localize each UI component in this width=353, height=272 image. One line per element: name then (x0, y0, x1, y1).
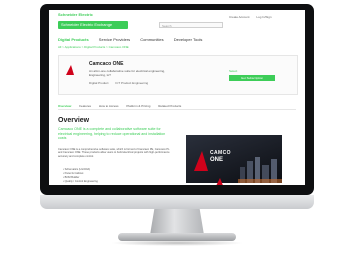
tab-how-to-access[interactable]: How to Access (99, 104, 119, 108)
top-links: Create Account Log In/Sign (229, 15, 278, 19)
product-name: Camcaco ONE (89, 61, 124, 67)
subscribe-button[interactable]: Get Subscription (229, 75, 275, 81)
browser-screen: Schneider Electric Schneider Electric Ex… (49, 10, 305, 185)
banner-subtitle: ONE (210, 157, 224, 163)
product-tags: Digital Product ICT Product Engineering (89, 81, 154, 85)
main-nav: Digital Products Service Providers Commu… (58, 37, 211, 42)
product-tag: Digital Product (89, 81, 109, 85)
tab-features[interactable]: Features (79, 104, 91, 108)
product-tag: ICT Product Engineering (115, 81, 149, 85)
tab-overview[interactable]: Overview (58, 104, 71, 108)
monitor-chin (40, 195, 314, 209)
overview-title: Overview (58, 117, 90, 124)
overview-body: Camcaco ONE is a comprehensive software … (58, 148, 170, 158)
skyline-graphic (238, 157, 282, 183)
tab-divider (58, 109, 296, 110)
product-card: Camcaco ONE An all-in-one collaborative … (58, 55, 298, 95)
nav-developer-tools[interactable]: Developer Tools (174, 37, 203, 42)
logo-thumbnail-icon[interactable] (215, 178, 229, 185)
tab-related-products[interactable]: Related Products (158, 104, 181, 108)
list-item: Quality / Control Engineering (63, 180, 98, 184)
product-logo-icon (66, 65, 74, 75)
tab-platform-pricing[interactable]: Platform & Pricing (126, 104, 150, 108)
subscribe-label: Select (229, 69, 238, 73)
site-header: Schneider Electric Schneider Electric Ex… (49, 10, 305, 32)
monitor-stand-neck (150, 209, 204, 235)
product-banner-image[interactable]: CAMCO ONE (186, 135, 282, 183)
nav-digital-products[interactable]: Digital Products (58, 37, 89, 42)
banner-title: CAMCO (210, 150, 231, 156)
product-tabs: Overview Features How to Access Platform… (58, 104, 188, 108)
exchange-pill[interactable]: Schneider Electric Exchange (58, 21, 128, 29)
create-account-link[interactable]: Create Account (229, 15, 250, 19)
nav-communities[interactable]: Communities (140, 37, 163, 42)
search-input[interactable]: Search (159, 22, 223, 28)
breadcrumb[interactable]: All > Applications > Digital Products > … (58, 45, 129, 49)
brand-logo[interactable]: Schneider Electric (58, 13, 93, 17)
overview-lead: Camcaco ONE is a complete and collaborat… (58, 127, 166, 140)
stand-shadow (110, 240, 244, 246)
product-description: An all-in-one collaborative suite for el… (89, 69, 166, 77)
nav-service-providers[interactable]: Service Providers (99, 37, 130, 42)
login-link[interactable]: Log In/Sign (256, 15, 271, 19)
feature-list: Schematics (LG/CDA) Panel & Cabinet BOM … (63, 168, 98, 184)
